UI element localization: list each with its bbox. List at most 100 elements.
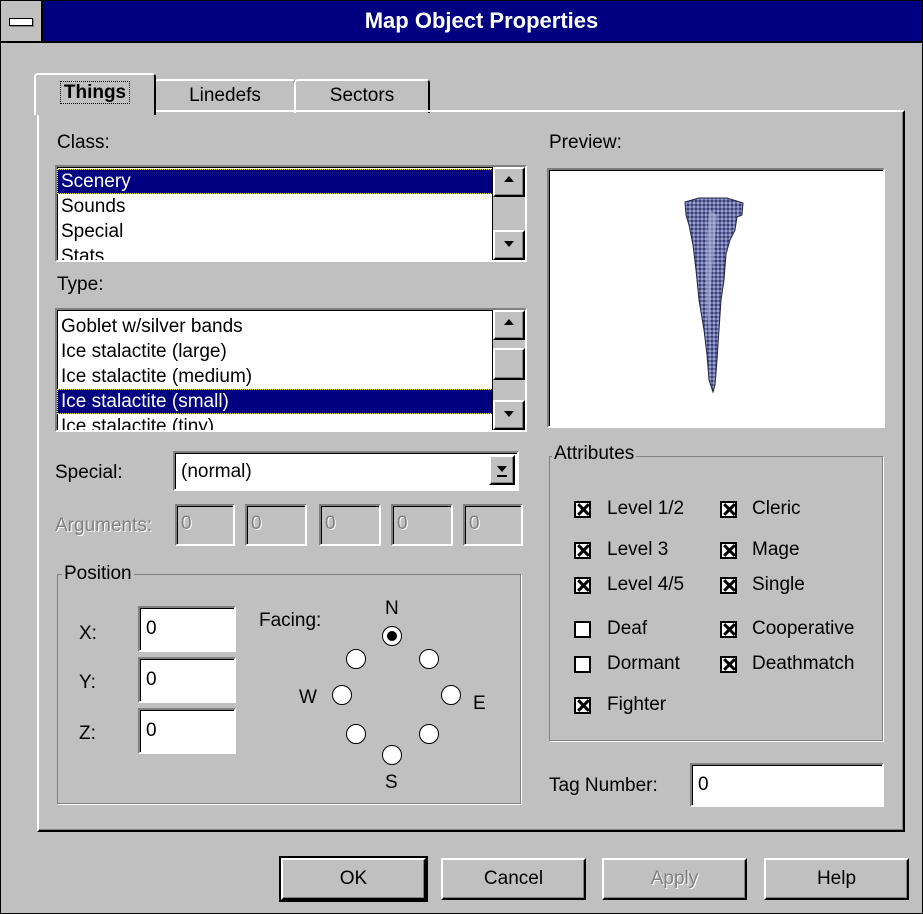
- scroll-up-button[interactable]: [493, 167, 525, 197]
- tab-things[interactable]: Things: [34, 73, 156, 115]
- special-value: (normal): [181, 461, 252, 482]
- single-checkbox[interactable]: [720, 577, 737, 594]
- facing-ne-radio[interactable]: [419, 649, 439, 669]
- fighter-label: Fighter: [607, 694, 667, 715]
- arguments-label: Arguments:: [55, 515, 153, 536]
- argument-field-1[interactable]: 0: [175, 504, 235, 546]
- facing-label: Facing:: [259, 610, 322, 631]
- tab-linedefs-label: Linedefs: [189, 85, 261, 106]
- deaf-label: Deaf: [607, 618, 648, 639]
- argument-field-4[interactable]: 0: [391, 504, 453, 546]
- level-1-2-checkbox[interactable]: [574, 501, 591, 518]
- scroll-up-button[interactable]: [493, 310, 525, 340]
- facing-sw-radio[interactable]: [346, 724, 366, 744]
- preview-label: Preview:: [549, 132, 622, 153]
- help-button[interactable]: Help: [764, 858, 909, 900]
- y-label: Y:: [79, 672, 96, 693]
- attributes-groupbox: [549, 456, 883, 741]
- facing-e-radio[interactable]: [441, 685, 461, 705]
- mage-label: Mage: [752, 539, 800, 560]
- cleric-checkbox[interactable]: [720, 501, 737, 518]
- facing-n-radio[interactable]: [382, 626, 402, 646]
- chevron-down-icon: [497, 466, 507, 472]
- ok-button[interactable]: OK: [279, 856, 428, 902]
- dialog-window: Map Object Properties Things Linedefs Se…: [0, 0, 923, 914]
- x-field[interactable]: 0: [138, 606, 236, 652]
- argument-field-3[interactable]: 0: [319, 504, 381, 546]
- dormant-checkbox[interactable]: [574, 656, 591, 673]
- scroll-down-button[interactable]: [493, 230, 525, 260]
- facing-east-label: E: [473, 693, 486, 714]
- scroll-thumb[interactable]: [493, 348, 525, 380]
- dropdown-underline: [497, 475, 507, 477]
- apply-button[interactable]: Apply: [602, 858, 747, 900]
- list-item[interactable]: Ice stalactite (tiny): [57, 414, 493, 430]
- level-3-checkbox[interactable]: [574, 542, 591, 559]
- arrow-up-icon: [504, 176, 514, 182]
- tab-things-label: Things: [59, 81, 131, 104]
- list-item[interactable]: Stats: [57, 244, 493, 260]
- arrow-down-icon: [504, 241, 514, 247]
- cleric-label: Cleric: [752, 498, 801, 519]
- list-item[interactable]: Scenery: [57, 169, 493, 194]
- dropdown-button[interactable]: [489, 455, 515, 485]
- facing-west-label: W: [299, 687, 317, 708]
- level-4-5-checkbox[interactable]: [574, 577, 591, 594]
- tag-number-field[interactable]: 0: [690, 763, 884, 807]
- special-dropdown[interactable]: (normal): [173, 451, 519, 491]
- facing-nw-radio[interactable]: [346, 649, 366, 669]
- list-item[interactable]: Ice stalactite (medium): [57, 364, 493, 389]
- class-listbox[interactable]: Scenery Sounds Special Stats: [55, 165, 527, 262]
- list-item[interactable]: Ice stalactite (large): [57, 339, 493, 364]
- tab-sectors-label: Sectors: [329, 85, 395, 106]
- system-menu-icon: [9, 18, 33, 26]
- argument-field-2[interactable]: 0: [245, 504, 307, 546]
- arrow-down-icon: [504, 411, 514, 417]
- list-item[interactable]: Special: [57, 219, 493, 244]
- deaf-checkbox[interactable]: [574, 621, 591, 638]
- list-item[interactable]: Ice stalactite (small): [57, 389, 493, 414]
- x-label: X:: [79, 623, 97, 644]
- title-bar[interactable]: Map Object Properties: [1, 1, 922, 43]
- dormant-label: Dormant: [607, 653, 680, 674]
- single-label: Single: [752, 574, 805, 595]
- z-label: Z:: [79, 723, 96, 744]
- type-scrollbar[interactable]: [492, 310, 525, 430]
- cancel-button[interactable]: Cancel: [441, 858, 586, 900]
- mage-checkbox[interactable]: [720, 542, 737, 559]
- preview-panel: [547, 168, 885, 428]
- cooperative-label: Cooperative: [752, 618, 855, 639]
- level-1-2-label: Level 1/2: [607, 498, 685, 519]
- facing-se-radio[interactable]: [419, 724, 439, 744]
- cooperative-checkbox[interactable]: [720, 621, 737, 638]
- type-listbox[interactable]: Goblet w/silver bands Ice stalactite (la…: [55, 308, 527, 432]
- level-4-5-label: Level 4/5: [607, 574, 685, 595]
- window-title: Map Object Properties: [364, 8, 599, 33]
- facing-w-radio[interactable]: [332, 685, 352, 705]
- type-label: Type:: [57, 274, 104, 295]
- arrow-up-icon: [504, 319, 514, 325]
- y-field[interactable]: 0: [138, 657, 236, 703]
- position-title: Position: [62, 563, 134, 585]
- system-menu-button[interactable]: [1, 1, 43, 41]
- facing-s-radio[interactable]: [382, 745, 402, 765]
- scroll-down-button[interactable]: [493, 400, 525, 430]
- deathmatch-label: Deathmatch: [752, 653, 855, 674]
- tab-sectors[interactable]: Sectors: [294, 79, 430, 113]
- facing-south-label: S: [385, 772, 398, 793]
- attributes-title: Attributes: [552, 443, 637, 465]
- special-label: Special:: [55, 462, 123, 483]
- level-3-label: Level 3: [607, 539, 669, 560]
- class-scrollbar[interactable]: [492, 167, 525, 260]
- z-field[interactable]: 0: [138, 708, 236, 754]
- facing-north-label: N: [385, 598, 399, 619]
- list-item[interactable]: Sounds: [57, 194, 493, 219]
- tab-linedefs[interactable]: Linedefs: [154, 79, 296, 113]
- deathmatch-checkbox[interactable]: [720, 656, 737, 673]
- class-label: Class:: [57, 132, 110, 153]
- list-item[interactable]: Goblet w/silver bands: [57, 314, 493, 339]
- stalactite-preview-image: [684, 197, 744, 394]
- tag-number-label: Tag Number:: [549, 775, 658, 796]
- argument-field-5[interactable]: 0: [463, 504, 523, 546]
- fighter-checkbox[interactable]: [574, 697, 591, 714]
